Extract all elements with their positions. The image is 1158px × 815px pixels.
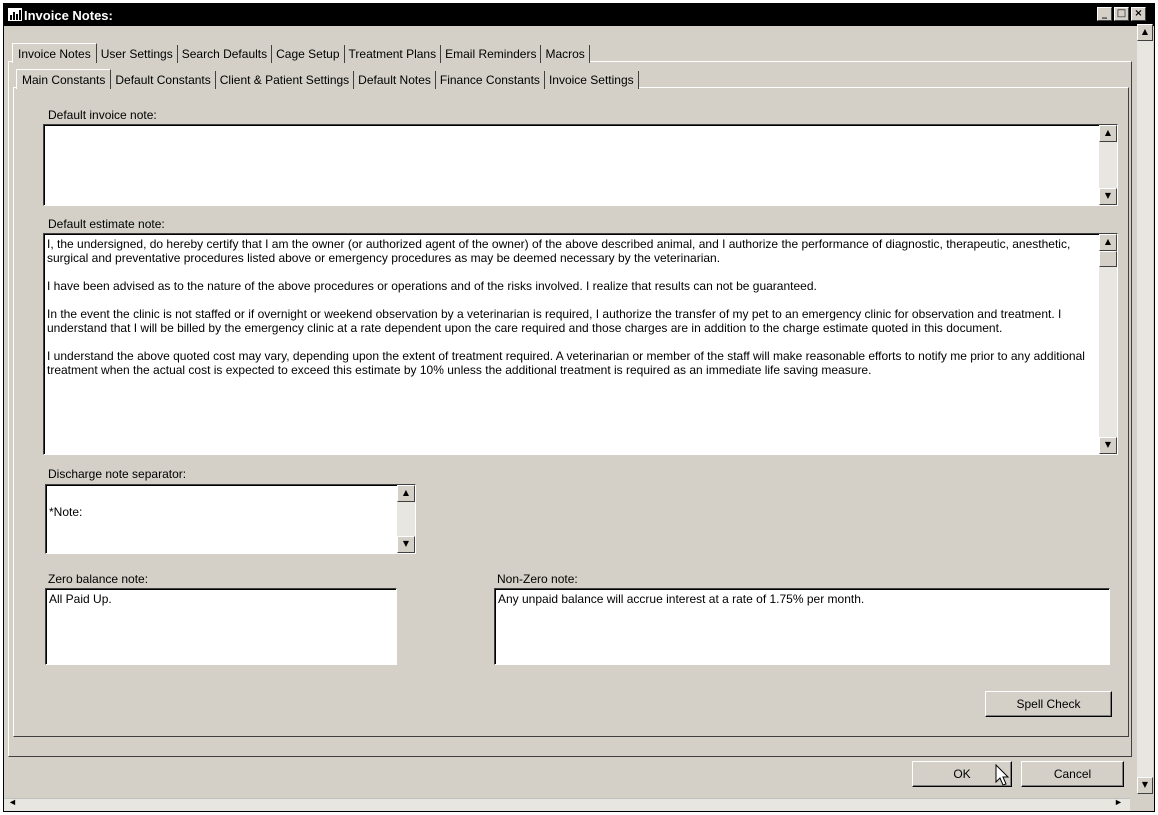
nonzero-text: Any unpaid balance will accrue interest … [498,592,865,606]
invoice-note-textarea[interactable]: ▲ ▼ [43,124,1118,206]
top-tab-strip: Invoice Notes User Settings Search Defau… [12,43,590,63]
app-icon [8,8,22,21]
zero-balance-label: Zero balance note: [48,572,149,586]
scroll-up-icon[interactable]: ▲ [1137,24,1153,41]
invoice-note-label: Default invoice note: [48,108,157,122]
scroll-left-icon[interactable]: ◄ [8,797,17,807]
estimate-note-scrollbar[interactable]: ▲ ▼ [1099,234,1117,454]
scroll-right-icon[interactable]: ► [1114,797,1123,807]
tab-macros[interactable]: Macros [541,45,590,63]
discharge-label: Discharge note separator: [48,467,187,481]
estimate-note-label: Default estimate note: [48,217,165,231]
discharge-text: *Note: [49,505,83,519]
estimate-note-text: I, the undersigned, do hereby certify th… [47,237,1091,391]
tab-cage-setup[interactable]: Cage Setup [272,45,345,63]
window-horizontal-scrollbar[interactable]: ◄ ► [4,797,1130,811]
scroll-down-icon[interactable]: ▼ [1099,437,1117,454]
scroll-thumb[interactable] [1099,251,1117,267]
tab-default-constants[interactable]: Default Constants [111,71,216,89]
window-title: Invoice Notes: [24,8,113,23]
minimize-button[interactable]: _ [1097,7,1112,21]
tab-treatment-plans[interactable]: Treatment Plans [344,45,442,63]
scroll-up-icon[interactable]: ▲ [1099,125,1117,142]
zero-balance-text: All Paid Up. [49,592,112,606]
tab-invoice-notes[interactable]: Invoice Notes [12,43,97,63]
tab-main-constants[interactable]: Main Constants [16,69,112,89]
estimate-paragraph: I understand the above quoted cost may v… [47,349,1085,377]
tab-default-notes[interactable]: Default Notes [354,71,436,89]
scroll-down-icon[interactable]: ▼ [397,536,415,553]
tab-search-defaults[interactable]: Search Defaults [177,45,273,63]
scroll-up-icon[interactable]: ▲ [397,485,415,502]
nonzero-label: Non-Zero note: [497,572,578,586]
tab-finance-constants[interactable]: Finance Constants [435,71,545,89]
estimate-paragraph: I, the undersigned, do hereby certify th… [47,237,1071,265]
tab-invoice-settings[interactable]: Invoice Settings [544,71,639,89]
tab-user-settings[interactable]: User Settings [96,45,178,63]
scroll-down-icon[interactable]: ▼ [1099,188,1117,205]
nonzero-textarea[interactable]: Any unpaid balance will accrue interest … [494,588,1110,665]
zero-balance-textarea[interactable]: All Paid Up. [45,588,397,665]
estimate-paragraph: I have been advised as to the nature of … [47,279,817,293]
sub-tab-strip: Main Constants Default Constants Client … [16,69,639,89]
mouse-cursor-icon [995,764,1010,786]
cancel-button[interactable]: Cancel [1021,761,1124,787]
invoice-note-scrollbar[interactable]: ▲ ▼ [1099,125,1117,205]
window-vertical-scrollbar[interactable]: ▲ ▼ [1137,24,1153,794]
discharge-scrollbar[interactable]: ▲ ▼ [397,485,415,553]
maximize-button[interactable]: □ [1114,7,1129,21]
close-button[interactable]: × [1131,7,1146,21]
estimate-paragraph: In the event the clinic is not staffed o… [47,307,1062,335]
spell-check-button[interactable]: Spell Check [985,691,1112,717]
estimate-note-textarea[interactable]: I, the undersigned, do hereby certify th… [43,233,1118,455]
title-bar[interactable]: Invoice Notes: _ □ × [4,4,1154,26]
scroll-up-icon[interactable]: ▲ [1099,234,1117,251]
discharge-textarea[interactable]: *Note: ▲ ▼ [45,484,416,554]
tab-email-reminders[interactable]: Email Reminders [441,45,542,63]
tab-client-patient-settings[interactable]: Client & Patient Settings [215,71,355,89]
scroll-down-icon[interactable]: ▼ [1137,777,1153,794]
